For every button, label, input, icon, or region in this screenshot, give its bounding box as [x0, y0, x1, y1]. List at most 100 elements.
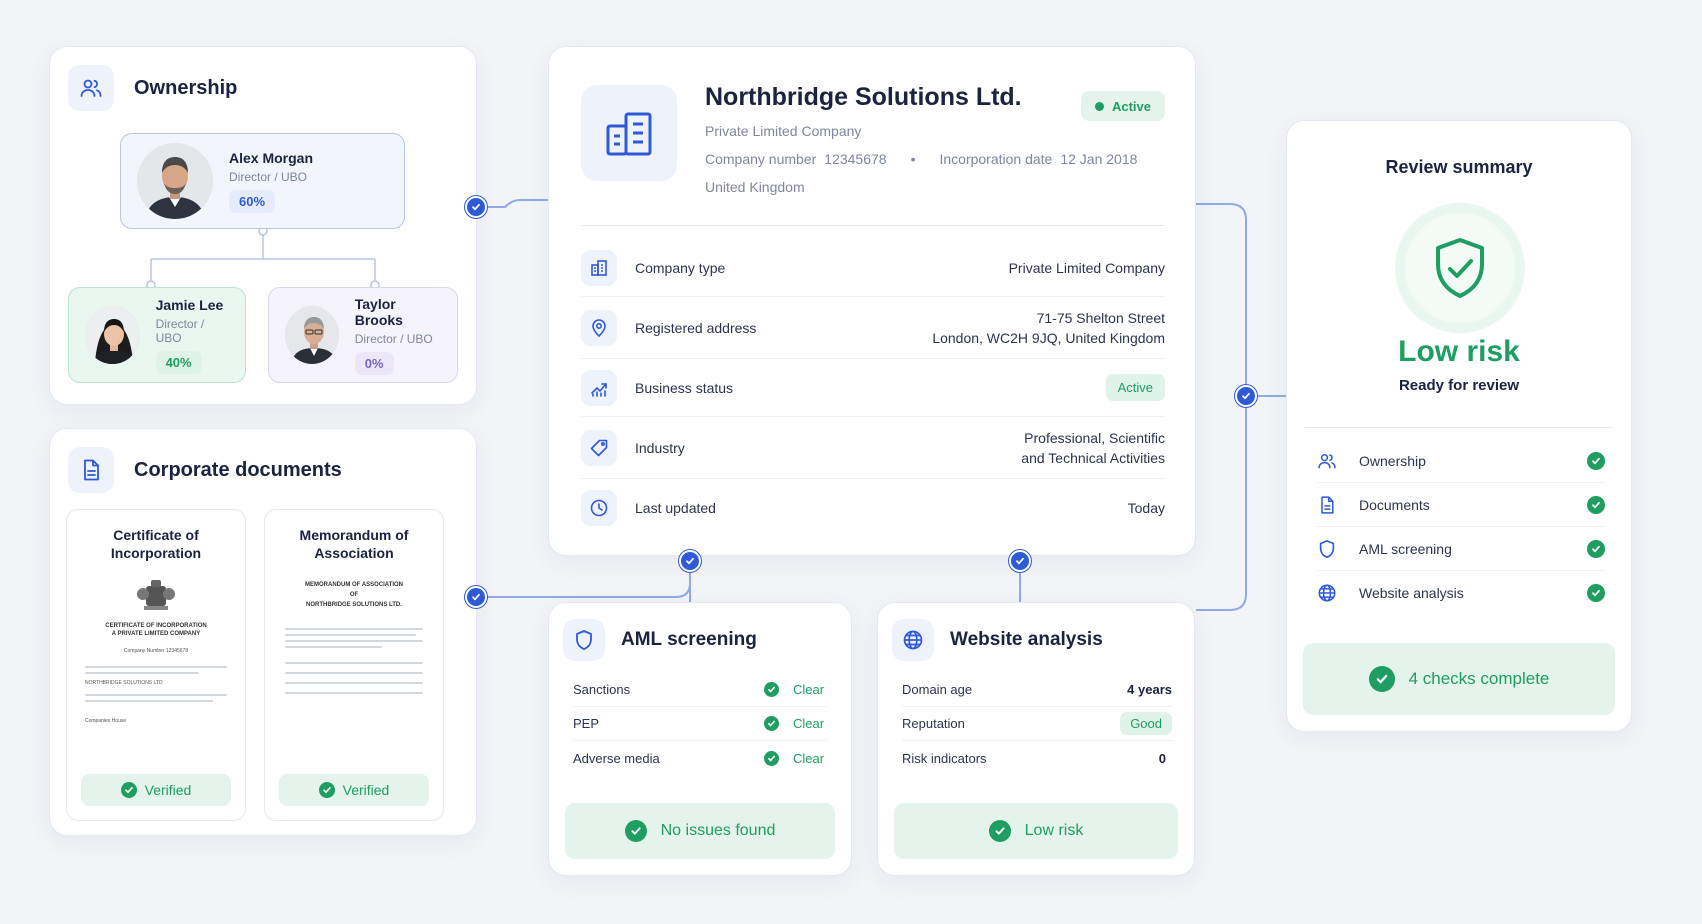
company-number-label: Company number	[705, 151, 817, 167]
website-row-value: 4 years	[1127, 682, 1172, 697]
meta-separator: •	[910, 151, 916, 167]
incorporation-date: 12 Jan 2018	[1060, 151, 1138, 167]
detail-label: Industry	[635, 439, 685, 456]
ownership-share-badge: 60%	[229, 189, 276, 213]
check-icon	[318, 782, 335, 798]
owner-card-alex-morgan[interactable]: Alex Morgan Director / UBO 60%	[120, 133, 405, 229]
documents-title: Corporate documents	[134, 458, 342, 481]
website-results-list: Domain age 4 years Reputation Good Risk …	[902, 673, 1172, 775]
company-building-icon	[581, 85, 677, 181]
incorporation-label: Incorporation date	[939, 151, 1053, 167]
aml-row-label: Adverse media	[573, 750, 660, 766]
document-heading-line: OF	[349, 592, 359, 598]
summary-item-label: Ownership	[1359, 452, 1426, 469]
summary-item-label: Documents	[1359, 496, 1430, 513]
summary-item-documents: Documents	[1317, 483, 1605, 527]
check-icon	[764, 716, 779, 731]
document-certificate-of-incorporation[interactable]: Certificate of Incorporation CERTIFICATE…	[66, 509, 246, 821]
check-icon	[988, 820, 1011, 842]
company-status-label: Active	[1111, 98, 1151, 114]
detail-row-last-updated: Last updated Today	[581, 479, 1165, 537]
company-profile-card: Northbridge Solutions Ltd. Active Privat…	[548, 46, 1196, 556]
detail-value: Professional, Scientific and Technical A…	[1021, 428, 1165, 468]
check-icon	[1587, 584, 1605, 602]
status-dot-icon	[1094, 101, 1104, 111]
company-meta-line: Company number 12345678 • Incorporation …	[705, 151, 1137, 167]
aml-row-value: Clear	[793, 682, 825, 697]
website-row-label: Reputation	[902, 716, 965, 731]
check-icon	[1587, 451, 1605, 470]
address-line-2: London, WC2H 9JQ, United Kingdom	[932, 329, 1165, 346]
shield-icon	[1317, 539, 1347, 559]
review-summary-card: Review summary Low risk Ready for review…	[1286, 120, 1632, 732]
crest-icon	[67, 578, 245, 612]
website-row-domain-age: Domain age 4 years	[902, 673, 1172, 707]
detail-value: Today	[1127, 500, 1165, 516]
clock-icon	[581, 490, 617, 526]
company-number-value: 12345678	[824, 151, 887, 167]
document-heading-line: MEMORANDUM OF ASSOCIATION	[305, 582, 403, 588]
aml-row-label: Sanctions	[573, 682, 631, 697]
summary-item-website-analysis: Website analysis	[1317, 571, 1605, 615]
aml-row-adverse-media: Adverse media Clear	[573, 741, 827, 775]
risk-subtitle: Ready for review	[1398, 377, 1520, 394]
website-analysis-card: Website analysis Domain age 4 years Repu…	[877, 602, 1195, 876]
company-name: Northbridge Solutions Ltd.	[705, 83, 1022, 111]
detail-row-business-status: Business status Active	[581, 359, 1165, 417]
check-icon	[1587, 539, 1605, 558]
aml-screening-card: AML screening Sanctions Clear PEP Clear …	[548, 602, 852, 876]
summary-item-label: AML screening	[1359, 540, 1452, 557]
website-result-banner: Low risk	[894, 803, 1178, 859]
document-title: Certificate of Incorporation	[110, 527, 202, 561]
aml-row-pep: PEP Clear	[573, 707, 827, 741]
avatar	[137, 143, 213, 219]
document-memorandum-of-association[interactable]: Memorandum of Association MEMORANDUM OF …	[264, 509, 444, 821]
connector-check-icon	[1009, 550, 1031, 572]
website-title: Website analysis	[950, 629, 1103, 650]
globe-icon	[892, 619, 934, 661]
owner-role: Director / UBO	[229, 169, 308, 184]
website-row-risk-indicators: Risk indicators 0	[902, 741, 1172, 775]
website-row-label: Risk indicators	[902, 750, 987, 766]
aml-row-value: Clear	[793, 716, 825, 731]
detail-value: Private Limited Company	[1008, 259, 1165, 276]
check-icon	[1587, 495, 1605, 514]
industry-line-2: and Technical Activities	[1021, 449, 1165, 466]
detail-row-company-type: Company type Private Limited Company	[581, 239, 1165, 297]
industry-line-1: Professional, Scientific	[1024, 429, 1165, 446]
avatar	[285, 306, 339, 364]
address-line-1: 71-75 Shelton Street	[1036, 309, 1165, 326]
owner-name: Alex Morgan	[229, 149, 314, 166]
document-heading-line: CERTIFICATE OF INCORPORATION	[105, 623, 207, 629]
summary-item-label: Website analysis	[1359, 585, 1464, 601]
check-icon	[764, 682, 779, 697]
connector-check-icon	[679, 550, 701, 572]
globe-icon	[1317, 583, 1347, 603]
aml-title: AML screening	[621, 629, 757, 650]
summary-title: Review summary	[1385, 157, 1533, 177]
aml-results-list: Sanctions Clear PEP Clear Adverse media …	[573, 673, 827, 775]
avatar	[85, 306, 140, 364]
owner-card-taylor-brooks[interactable]: Taylor Brooks Director / UBO 0%	[268, 287, 458, 383]
verified-badge: Verified	[81, 774, 231, 806]
document-icon	[68, 447, 114, 493]
company-status-badge: Active	[1080, 91, 1165, 121]
document-company-line: NORTHBRIDGE SOLUTIONS LTD	[85, 680, 163, 686]
owner-role: Director / UBO	[155, 316, 205, 345]
ownership-share-badge: 0%	[354, 351, 394, 375]
detail-label: Company type	[635, 259, 726, 276]
document-title: Memorandum of Association	[299, 527, 409, 561]
tag-icon	[581, 429, 617, 466]
check-icon	[1368, 666, 1395, 692]
detail-value: 71-75 Shelton Street London, WC2H 9JQ, U…	[932, 308, 1165, 348]
detail-label: Business status	[635, 379, 734, 396]
connector-check-icon	[465, 586, 487, 608]
aml-row-label: PEP	[573, 716, 600, 731]
divider	[581, 225, 1165, 226]
trend-chart-icon	[581, 369, 617, 406]
owner-card-jamie-lee[interactable]: Jamie Lee Director / UBO 40%	[68, 287, 246, 383]
owner-name: Jamie Lee	[155, 296, 224, 313]
website-banner-label: Low risk	[1024, 822, 1084, 839]
checks-complete-label: 4 checks complete	[1408, 669, 1550, 688]
document-icon	[1317, 495, 1347, 515]
